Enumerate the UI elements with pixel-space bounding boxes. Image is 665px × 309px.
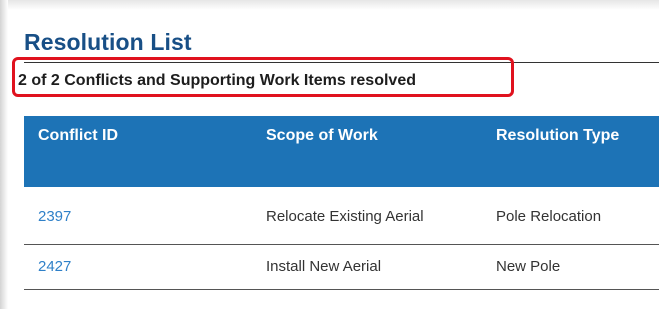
resolution-table: Conflict ID Scope of Work Resolution Typ… — [24, 116, 665, 290]
conflict-id-cell: 2427 — [24, 244, 252, 290]
resolution-type-cell: New Pole — [482, 244, 665, 290]
table-header-row: Conflict ID Scope of Work Resolution Typ… — [24, 116, 665, 187]
top-shadow — [0, 0, 665, 10]
table-row: 2427 Install New Aerial New Pole — [24, 244, 665, 290]
column-header-resolution-type[interactable]: Resolution Type — [482, 116, 665, 187]
resolution-list-panel: Resolution List 2 of 2 Conflicts and Sup… — [0, 0, 665, 309]
column-header-scope-of-work[interactable]: Scope of Work — [252, 116, 482, 187]
table-row: 2397 Relocate Existing Aerial Pole Reloc… — [24, 187, 665, 245]
conflict-id-link[interactable]: 2427 — [38, 258, 71, 275]
resolution-type-cell: Pole Relocation — [482, 187, 665, 245]
column-header-conflict-id[interactable]: Conflict ID — [24, 116, 252, 187]
summary-highlight-box — [12, 57, 514, 97]
conflict-id-cell: 2397 — [24, 187, 252, 245]
scope-of-work-cell: Relocate Existing Aerial — [252, 187, 482, 245]
left-shadow — [0, 0, 8, 309]
section-title: Resolution List — [24, 29, 192, 55]
scope-of-work-cell: Install New Aerial — [252, 244, 482, 290]
right-edge — [659, 0, 665, 309]
conflict-id-link[interactable]: 2397 — [38, 208, 71, 225]
